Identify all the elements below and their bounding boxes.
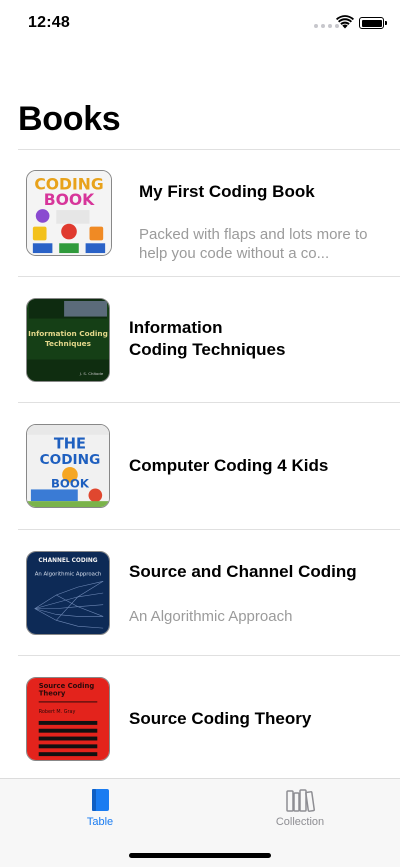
book-cover-image: THE CODING BOOK [26,424,110,508]
page-title: Books [18,100,121,138]
book-cover-image: CODING BOOK [26,170,112,256]
book-row[interactable]: CODING BOOK My First Coding Book Packed … [18,150,400,277]
svg-text:THE: THE [54,435,86,452]
book-title: Source and Channel Coding [129,561,357,581]
svg-text:Theory: Theory [39,690,66,698]
battery-icon [359,17,387,29]
svg-text:J. S. Chitode: J. S. Chitode [79,371,104,376]
tab-table[interactable]: Table [50,787,150,828]
svg-text:Techniques: Techniques [45,338,91,347]
book-title: Computer Coding 4 Kids [129,455,329,475]
book-title: Source Coding Theory [129,709,312,729]
book-icon [92,789,109,811]
book-title: Information Coding Techniques [129,318,286,360]
book-row[interactable]: Information Coding Techniques J. S. Chit… [18,277,400,403]
tab-collection[interactable]: Collection [250,787,350,828]
home-indicator[interactable] [129,853,271,858]
wifi-icon [336,15,354,29]
svg-text:Robert M. Gray: Robert M. Gray [39,709,76,715]
book-row[interactable]: Source Coding Theory Robert M. Gray Sour… [18,656,400,783]
tab-table-label: Table [86,816,114,828]
svg-text:CODING: CODING [40,452,101,468]
tab-collection-label: Collection [275,816,325,828]
svg-text:Information Coding: Information Coding [28,329,108,338]
book-subtitle: Packed with flaps and lots more to help … [139,226,368,262]
book-cover-image: Information Coding Techniques J. S. Chit… [26,297,110,382]
status-time: 12:48 [28,14,70,31]
book-subtitle: An Algorithmic Approach [129,607,293,625]
svg-text:BOOK: BOOK [51,476,90,490]
svg-text:CHANNEL CODING: CHANNEL CODING [38,557,97,563]
books-collection-icon [286,789,315,812]
svg-text:Source Coding: Source Coding [39,682,95,690]
svg-text:BOOK: BOOK [44,191,95,209]
book-row[interactable]: THE CODING BOOK Computer Coding 4 Kids [18,403,400,530]
book-list: CODING BOOK My First Coding Book Packed … [0,150,400,783]
book-title: My First Coding Book [139,182,315,201]
book-cover-image: Source Coding Theory Robert M. Gray [26,677,110,761]
book-row[interactable]: CHANNEL CODING An Algorithmic Approach S… [18,530,400,656]
status-bar: 12:48 [0,0,400,48]
tab-bar: Table Collection [0,778,400,867]
svg-text:An Algorithmic Approach: An Algorithmic Approach [35,571,102,577]
book-cover-image: CHANNEL CODING An Algorithmic Approach [26,550,110,635]
